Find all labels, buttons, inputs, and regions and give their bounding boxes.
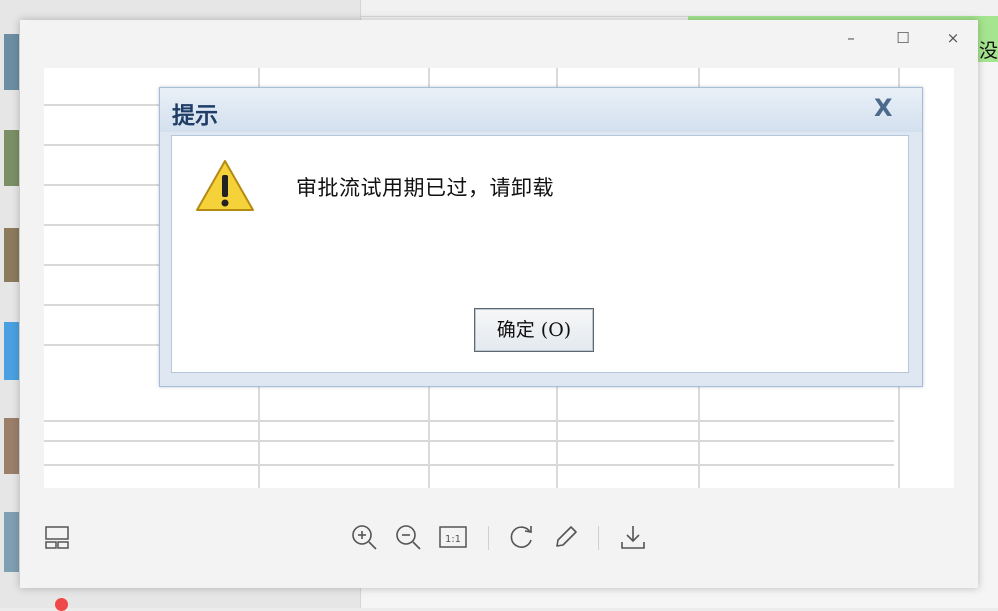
toolbar-divider bbox=[598, 526, 599, 550]
grid-line bbox=[44, 420, 894, 422]
actual-size-label: 1:1 bbox=[445, 534, 461, 545]
close-window-button[interactable]: × bbox=[936, 26, 970, 50]
dialog-close-icon[interactable]: X bbox=[874, 94, 893, 122]
maximize-button[interactable]: ☐ bbox=[886, 26, 920, 50]
thumbnail-strip-icon[interactable] bbox=[42, 522, 72, 552]
alert-dialog: 提示 X 审批流试用期已过，请卸载 确定 (O) bbox=[159, 87, 923, 387]
background-thumbnail bbox=[4, 512, 19, 572]
grid-line bbox=[44, 104, 159, 106]
grid-line bbox=[44, 464, 894, 466]
background-thumbnail bbox=[4, 418, 19, 474]
grid-line bbox=[44, 264, 159, 266]
dialog-titlebar: 提示 X bbox=[160, 88, 922, 132]
grid-line bbox=[44, 440, 894, 442]
grid-line bbox=[44, 344, 159, 346]
viewer-toolbar: 1:1 bbox=[20, 514, 978, 564]
viewed-image: 提示 X 审批流试用期已过，请卸载 确定 (O) bbox=[44, 68, 954, 488]
image-viewer-window: – ☐ × 提示 X 审批流试用期已过，请卸载 确定 (O) 1:1 bbox=[20, 20, 978, 588]
edit-pencil-icon[interactable] bbox=[550, 522, 580, 552]
dialog-title: 提示 bbox=[172, 102, 218, 129]
zoom-in-icon[interactable] bbox=[349, 522, 379, 552]
background-thumbnail bbox=[4, 322, 19, 380]
background-thumbnail bbox=[4, 34, 19, 90]
rotate-icon[interactable] bbox=[506, 522, 536, 552]
background-thumbnail bbox=[4, 130, 19, 186]
grid-line bbox=[44, 184, 159, 186]
download-icon[interactable] bbox=[618, 522, 648, 552]
background-banner-text: 没 bbox=[978, 40, 998, 62]
dialog-body: 审批流试用期已过，请卸载 确定 (O) bbox=[171, 135, 909, 373]
zoom-out-icon[interactable] bbox=[393, 522, 423, 552]
grid-line bbox=[44, 144, 159, 146]
notification-dot bbox=[55, 598, 68, 611]
background-app-topbar bbox=[361, 0, 998, 17]
ok-button[interactable]: 确定 (O) bbox=[474, 308, 594, 352]
actual-size-icon[interactable]: 1:1 bbox=[438, 522, 468, 552]
background-thumbnail bbox=[4, 228, 19, 282]
grid-line bbox=[44, 304, 159, 306]
dialog-message: 审批流试用期已过，请卸载 bbox=[296, 176, 554, 200]
minimize-button[interactable]: – bbox=[834, 26, 868, 50]
grid-line bbox=[44, 224, 159, 226]
toolbar-divider bbox=[488, 526, 489, 550]
warning-icon bbox=[196, 160, 254, 211]
